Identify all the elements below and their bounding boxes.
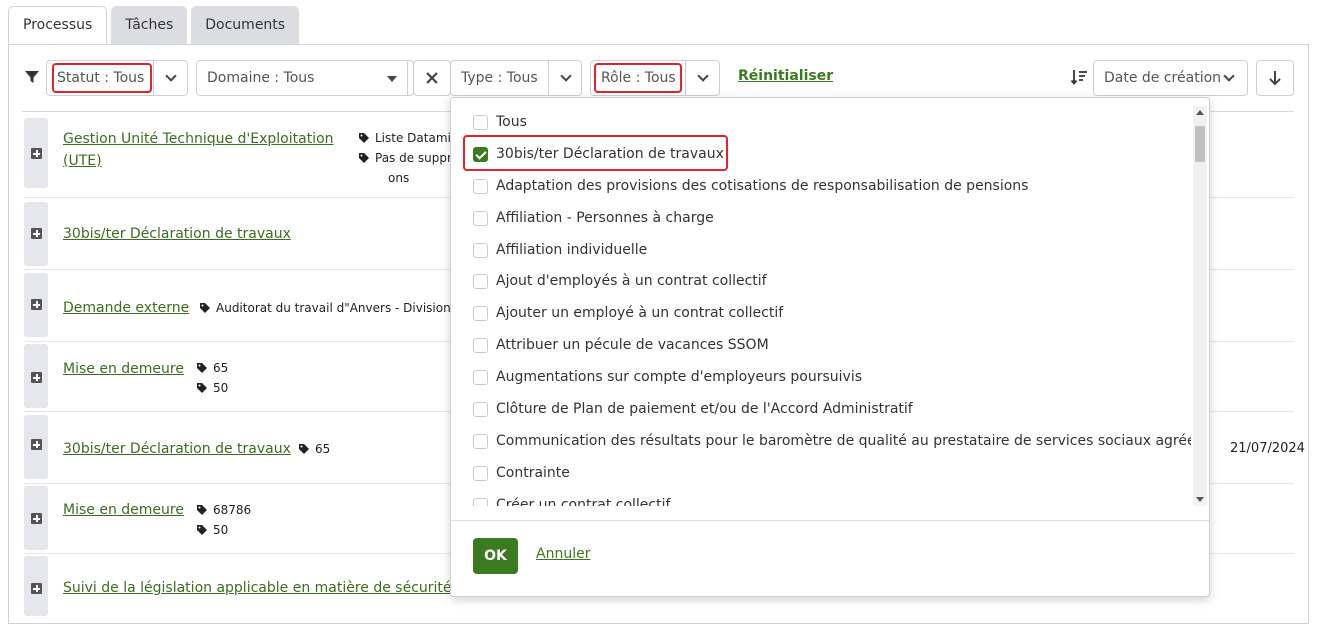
role-dropdown-menu: Tous 30bis/ter Déclaration de travaux Ad… (450, 97, 1210, 597)
row-title[interactable]: Gestion Unité Technique d'Exploitation (… (63, 128, 334, 172)
plus-icon (31, 148, 42, 159)
sort-direction-button[interactable] (1256, 60, 1294, 96)
close-icon (426, 72, 438, 84)
plus-icon (31, 372, 42, 383)
filter-icon (25, 71, 39, 83)
scroll-down-icon[interactable] (1196, 497, 1204, 502)
option-list-scrollbar[interactable] (1193, 106, 1207, 506)
checkbox[interactable] (473, 433, 488, 449)
chevron-down-icon (164, 70, 177, 82)
reset-link[interactable]: Réinitialiser (738, 68, 833, 84)
role-option[interactable]: Tous (473, 110, 527, 134)
selected-option-highlight (463, 135, 728, 171)
tag-icon (200, 303, 210, 313)
checkbox[interactable] (473, 210, 488, 226)
tag-icon (197, 505, 207, 515)
sort-icon[interactable] (1070, 68, 1088, 86)
plus-icon (31, 513, 42, 524)
caret-down-icon (387, 76, 397, 82)
plus-icon (31, 439, 42, 450)
row-date: 21/07/2024 (1230, 441, 1305, 456)
checkbox[interactable] (473, 273, 488, 289)
expand-button[interactable] (24, 202, 48, 266)
plus-icon (31, 299, 42, 310)
statut-filter-toggle[interactable] (153, 61, 187, 95)
role-highlight (594, 63, 682, 93)
domaine-filter[interactable]: Domaine : Tous (196, 60, 414, 96)
tab-documents[interactable]: Documents (191, 6, 300, 44)
expand-button[interactable] (24, 273, 48, 337)
row-tags: Auditorat du travail d"Anvers - Division (199, 298, 451, 318)
statut-highlight (52, 63, 152, 93)
tab-taches[interactable]: Tâches (111, 6, 188, 44)
tag-icon (359, 133, 369, 143)
chevron-down-icon (559, 70, 572, 82)
checkbox[interactable] (473, 114, 488, 130)
role-option[interactable]: Communication des résultats pour le baro… (473, 429, 1191, 453)
checkbox[interactable] (473, 305, 488, 321)
type-filter[interactable]: Type : Tous (450, 60, 582, 96)
row-tags: 65 (298, 439, 330, 459)
tag-icon (197, 383, 207, 393)
tab-bar: Processus Tâches Documents (8, 6, 300, 44)
role-option[interactable]: Affiliation - Personnes à charge (473, 206, 714, 230)
role-filter-toggle[interactable] (685, 61, 719, 95)
role-option[interactable]: Contrainte (473, 461, 570, 485)
dropdown-divider (451, 520, 1209, 521)
tag-icon (197, 525, 207, 535)
arrow-down-icon (1269, 71, 1281, 86)
scroll-up-icon[interactable] (1196, 110, 1204, 115)
row-title[interactable]: Mise en demeure (63, 358, 184, 380)
sort-field-label: Date de création (1104, 70, 1222, 86)
row-title[interactable]: Mise en demeure (63, 499, 184, 521)
row-tags: Liste Datamin Pas de suppr ons (358, 128, 458, 188)
role-option[interactable]: Ajouter un employé à un contrat collecti… (473, 301, 783, 325)
checkbox[interactable] (473, 465, 488, 481)
sort-field-select[interactable]: Date de création (1093, 60, 1248, 96)
ok-button[interactable]: OK (473, 538, 518, 574)
row-title[interactable]: Demande externe (63, 297, 189, 319)
checkbox[interactable] (473, 497, 488, 506)
role-option[interactable]: Affiliation individuelle (473, 238, 647, 262)
expand-button[interactable] (24, 118, 48, 188)
tag-icon (197, 363, 207, 373)
checkbox[interactable] (473, 337, 488, 353)
chevron-down-icon (1223, 70, 1235, 82)
role-option[interactable]: Créer un contrat collectif (473, 493, 670, 506)
plus-icon (31, 228, 42, 239)
row-tags: 65 50 (196, 358, 228, 398)
tab-processus[interactable]: Processus (8, 6, 108, 44)
tag-icon (299, 444, 309, 454)
checkbox[interactable] (473, 401, 488, 417)
row-title[interactable]: 30bis/ter Déclaration de travaux (63, 438, 291, 460)
cancel-link[interactable]: Annuler (536, 546, 590, 562)
role-option[interactable]: Adaptation des provisions des cotisation… (473, 174, 1028, 198)
type-filter-toggle[interactable] (548, 61, 582, 95)
expand-button[interactable] (24, 556, 48, 616)
expand-button[interactable] (24, 415, 48, 479)
scrollbar-thumb[interactable] (1195, 126, 1205, 162)
checkbox[interactable] (473, 178, 488, 194)
filter-toolbar: Statut : Tous Domaine : Tous Type : Tous… (22, 60, 1294, 96)
tag-icon (359, 153, 369, 163)
type-filter-label: Type : Tous (461, 70, 538, 86)
domaine-filter-label: Domaine : Tous (207, 70, 315, 86)
role-option[interactable]: Ajout d'employés à un contrat collectif (473, 269, 767, 293)
role-option[interactable]: Attribuer un pécule de vacances SSOM (473, 333, 769, 357)
chevron-down-icon (696, 70, 709, 82)
role-option[interactable]: Clôture de Plan de paiement et/ou de l'A… (473, 397, 913, 421)
row-title[interactable]: Suivi de la législation applicable en ma… (63, 577, 463, 599)
row-title[interactable]: 30bis/ter Déclaration de travaux (63, 223, 291, 245)
plus-icon (31, 583, 42, 594)
checkbox[interactable] (473, 242, 488, 258)
row-tags: 68786 50 (196, 500, 251, 540)
role-option[interactable]: Augmentations sur compte d'employeurs po… (473, 365, 862, 389)
expand-button[interactable] (24, 344, 48, 408)
domaine-clear-button[interactable] (413, 60, 451, 96)
expand-button[interactable] (24, 486, 48, 550)
checkbox[interactable] (473, 369, 488, 385)
